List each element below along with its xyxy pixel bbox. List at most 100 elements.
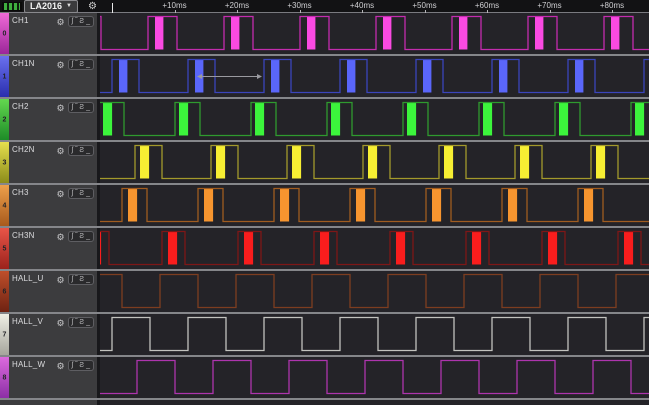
waveform-canvas-ch1n[interactable] [100, 56, 649, 97]
falling-edge-trigger-icon[interactable]: Ƨ [79, 146, 84, 155]
channel-sidebar: 1CH1N⚙ʃ‾Ƨ_ [0, 56, 100, 97]
settings-gear-icon[interactable]: ⚙ [86, 0, 99, 13]
pwm-burst-block [423, 60, 431, 93]
waveform-canvas-ch1[interactable] [100, 13, 649, 54]
waveform-canvas-ch2n[interactable] [100, 142, 649, 183]
high-level-trigger-icon[interactable]: ‾ [75, 318, 77, 327]
channel-settings-icon[interactable]: ⚙ [56, 60, 64, 70]
pwm-burst-block [559, 103, 568, 136]
channel-color-strip[interactable]: 3 [0, 142, 9, 183]
rising-edge-trigger-icon[interactable]: ʃ [72, 232, 74, 241]
pwm-burst-block [103, 103, 112, 136]
low-level-trigger-icon[interactable]: _ [86, 60, 90, 69]
high-level-trigger-icon[interactable]: ‾ [75, 232, 77, 241]
rising-edge-trigger-icon[interactable]: ʃ [72, 17, 74, 26]
channel-controls: ⚙ ʃ‾Ƨ_ [56, 274, 94, 285]
channel-sidebar: 5CH3N⚙ʃ‾Ƨ_ [0, 228, 100, 269]
trigger-button-group: ʃ‾Ƨ_ [68, 59, 94, 70]
falling-edge-trigger-icon[interactable]: Ƨ [79, 232, 84, 241]
channel-color-strip[interactable]: 0 [0, 13, 9, 54]
timeline-label: +40ms [350, 1, 374, 10]
low-level-trigger-icon[interactable]: _ [86, 189, 90, 198]
channel-number: 4 [0, 202, 9, 209]
channel-row-ch2n: 3CH2N⚙ʃ‾Ƨ_ [0, 142, 649, 185]
channel-settings-icon[interactable]: ⚙ [56, 275, 64, 285]
channel-number: 5 [0, 245, 9, 252]
waveform-canvas-ch3[interactable] [100, 185, 649, 226]
pwm-burst-block [331, 103, 340, 136]
rising-edge-trigger-icon[interactable]: ʃ [72, 275, 74, 284]
falling-edge-trigger-icon[interactable]: Ƨ [79, 189, 84, 198]
waveform-canvas-ch3n[interactable] [100, 228, 649, 269]
pwm-burst-block [396, 232, 405, 265]
channel-row-hall_v: 7HALL_V⚙ʃ‾Ƨ_ [0, 314, 649, 357]
rising-edge-trigger-icon[interactable]: ʃ [72, 361, 74, 370]
low-level-trigger-icon[interactable]: _ [86, 103, 90, 112]
digital-waveform-trace [100, 232, 649, 265]
high-level-trigger-icon[interactable]: ‾ [75, 146, 77, 155]
channel-settings-icon[interactable]: ⚙ [56, 103, 64, 113]
channel-settings-icon[interactable]: ⚙ [56, 232, 64, 242]
timeline-ruler[interactable]: +10ms+20ms+30ms+40ms+50ms+60ms+70ms+80ms [100, 0, 649, 13]
timeline-label: +50ms [412, 1, 436, 10]
channel-settings-icon[interactable]: ⚙ [56, 318, 64, 328]
trigger-button-group: ʃ‾Ƨ_ [68, 360, 94, 371]
channel-name: HALL_U [12, 274, 43, 283]
pwm-burst-block [624, 232, 633, 265]
rising-edge-trigger-icon[interactable]: ʃ [72, 318, 74, 327]
channel-color-strip[interactable]: 2 [0, 99, 9, 140]
channel-controls: ⚙ ʃ‾Ƨ_ [56, 145, 94, 156]
low-level-trigger-icon[interactable]: _ [86, 275, 90, 284]
channel-sidebar: 0CH1 ⚙ ʃ‾Ƨ_ [0, 13, 100, 54]
pwm-burst-block [128, 189, 137, 222]
waveform-canvas-hall_w[interactable] [100, 357, 649, 398]
waveform-canvas-partial[interactable] [100, 400, 649, 405]
digital-waveform-trace [100, 275, 649, 308]
low-level-trigger-icon[interactable]: _ [86, 146, 90, 155]
rising-edge-trigger-icon[interactable]: ʃ [72, 189, 74, 198]
high-level-trigger-icon[interactable]: ‾ [75, 189, 77, 198]
waveform-canvas-hall_v[interactable] [100, 314, 649, 355]
falling-edge-trigger-icon[interactable]: Ƨ [79, 60, 84, 69]
channel-settings-icon[interactable]: ⚙ [56, 189, 64, 199]
pwm-burst-block [204, 189, 213, 222]
waveform-canvas-ch2[interactable] [100, 99, 649, 140]
low-level-trigger-icon[interactable]: _ [86, 232, 90, 241]
rising-edge-trigger-icon[interactable]: ʃ [72, 60, 74, 69]
high-level-trigger-icon[interactable]: ‾ [75, 17, 77, 26]
high-level-trigger-icon[interactable]: ‾ [75, 60, 77, 69]
waveform-canvas-hall_u[interactable] [100, 271, 649, 312]
high-level-trigger-icon[interactable]: ‾ [75, 275, 77, 284]
channel-controls: ⚙ ʃ‾Ƨ_ [56, 317, 94, 328]
channel-meta: CH2N⚙ʃ‾Ƨ_ [9, 142, 97, 183]
channel-name: HALL_W [12, 360, 45, 369]
falling-edge-trigger-icon[interactable]: Ƨ [79, 17, 84, 26]
channel-settings-icon[interactable]: ⚙ [56, 361, 64, 371]
channel-meta: HALL_V⚙ʃ‾Ƨ_ [9, 314, 97, 355]
falling-edge-trigger-icon[interactable]: Ƨ [79, 275, 84, 284]
low-level-trigger-icon[interactable]: _ [86, 361, 90, 370]
channel-settings-icon[interactable]: ⚙ [56, 146, 64, 156]
channel-color-strip[interactable]: 6 [0, 271, 9, 312]
channel-color-strip[interactable]: 1 [0, 56, 9, 97]
channel-color-strip[interactable]: 4 [0, 185, 9, 226]
channel-row-hall_u: 6HALL_U ⚙ ʃ‾Ƨ_ [0, 271, 649, 314]
falling-edge-trigger-icon[interactable]: Ƨ [79, 318, 84, 327]
falling-edge-trigger-icon[interactable]: Ƨ [79, 361, 84, 370]
device-selector[interactable]: LA2016 ▼ [24, 0, 78, 13]
low-level-trigger-icon[interactable]: _ [86, 17, 90, 26]
rising-edge-trigger-icon[interactable]: ʃ [72, 146, 74, 155]
channel-name: CH1 [12, 16, 29, 25]
high-level-trigger-icon[interactable]: ‾ [75, 361, 77, 370]
high-level-trigger-icon[interactable]: ‾ [75, 103, 77, 112]
channel-controls: ⚙ ʃ‾Ƨ_ [56, 102, 94, 113]
channel-settings-icon[interactable]: ⚙ [56, 17, 64, 27]
channel-color-strip[interactable]: 5 [0, 228, 9, 269]
low-level-trigger-icon[interactable]: _ [86, 318, 90, 327]
falling-edge-trigger-icon[interactable]: Ƨ [79, 103, 84, 112]
channel-row-ch1n: 1CH1N⚙ʃ‾Ƨ_ [0, 56, 649, 99]
rising-edge-trigger-icon[interactable]: ʃ [72, 103, 74, 112]
channel-sidebar: 6HALL_U ⚙ ʃ‾Ƨ_ [0, 271, 100, 312]
channel-color-strip[interactable]: 8 [0, 357, 9, 398]
channel-color-strip[interactable]: 7 [0, 314, 9, 355]
